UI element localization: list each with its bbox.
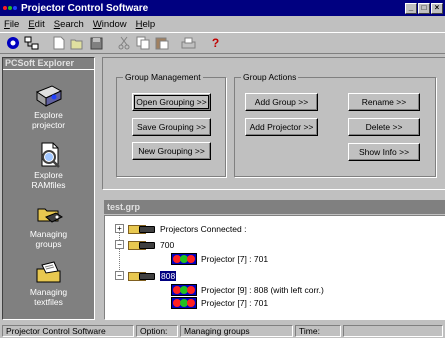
add-projector-button[interactable]: Add Projector >> bbox=[245, 118, 318, 136]
tree-row-projector-808[interactable]: Projector [9] : 808 (with left corr.) bbox=[171, 283, 324, 296]
connect-icon[interactable] bbox=[4, 35, 21, 51]
sidebar-item-managing-textfiles[interactable]: Managing textfiles bbox=[3, 259, 94, 307]
sidebar-item-explore-projector[interactable]: Explore projector bbox=[3, 82, 94, 130]
cut-icon[interactable] bbox=[115, 35, 132, 51]
projector-rgb-icon bbox=[171, 296, 197, 309]
maximize-button[interactable]: □ bbox=[418, 2, 430, 14]
projector-icon bbox=[34, 82, 64, 108]
title-bar[interactable]: Projector Control Software _ □ × bbox=[0, 0, 445, 16]
copy-icon[interactable] bbox=[134, 35, 151, 51]
status-option-label: Option: bbox=[136, 325, 178, 337]
status-bar: Projector Control Software Option: Manag… bbox=[0, 325, 445, 338]
print-icon[interactable] bbox=[180, 35, 197, 51]
actions-panel: Group Management Open Grouping >> Save G… bbox=[102, 57, 445, 190]
close-button[interactable]: × bbox=[431, 2, 443, 14]
folder-projector-icon bbox=[128, 223, 156, 234]
menu-edit[interactable]: Edit bbox=[28, 19, 44, 30]
add-group-button[interactable]: Add Group >> bbox=[245, 93, 318, 111]
collapse-icon[interactable]: − bbox=[115, 271, 124, 280]
explorer-sidebar: PCSoft Explorer Explore projector Explor… bbox=[2, 57, 95, 320]
save-grouping-button[interactable]: Save Grouping >> bbox=[132, 118, 211, 136]
status-option-value: Managing groups bbox=[180, 325, 293, 337]
projector-rgb-icon bbox=[171, 283, 197, 296]
app-icon bbox=[3, 2, 17, 14]
expand-icon[interactable]: + bbox=[115, 224, 124, 233]
open-grouping-button[interactable]: Open Grouping >> bbox=[132, 93, 211, 111]
tree-pane-title[interactable]: test.grp bbox=[104, 200, 445, 214]
menu-search[interactable]: Search bbox=[54, 19, 84, 30]
new-grouping-button[interactable]: New Grouping >> bbox=[132, 142, 211, 160]
status-time-label: Time: bbox=[295, 325, 341, 337]
new-icon[interactable] bbox=[50, 35, 67, 51]
rename-button[interactable]: Rename >> bbox=[348, 93, 420, 111]
tree-row-projectors-connected[interactable]: + Projectors Connected : bbox=[115, 222, 246, 235]
textfiles-icon bbox=[34, 259, 64, 285]
paste-icon[interactable] bbox=[153, 35, 170, 51]
help-icon[interactable]: ? bbox=[207, 35, 224, 51]
tree-row-group-808[interactable]: − 808 bbox=[115, 269, 177, 282]
projector-rgb-icon bbox=[171, 252, 197, 265]
tree-row-group-700[interactable]: − 700 bbox=[115, 238, 174, 251]
folder-projector-icon bbox=[128, 239, 156, 250]
application-window: Projector Control Software _ □ × File Ed… bbox=[0, 0, 445, 338]
group-tree[interactable]: + Projectors Connected : − 700 Projector… bbox=[104, 215, 445, 320]
tree-row-projector-701[interactable]: Projector [7] : 701 bbox=[171, 252, 268, 265]
folder-projector-icon bbox=[128, 270, 156, 281]
toolbar: ? bbox=[0, 32, 445, 54]
sidebar-title: PCSoft Explorer bbox=[3, 58, 94, 70]
group-actions-box: Group Actions Add Group >> Add Projector… bbox=[234, 72, 436, 177]
minimize-button[interactable]: _ bbox=[405, 2, 417, 14]
status-app-name: Projector Control Software bbox=[2, 325, 134, 337]
menu-bar: File Edit Search Window Help bbox=[0, 17, 445, 31]
ramfiles-icon bbox=[34, 142, 64, 168]
network-icon[interactable] bbox=[23, 35, 40, 51]
sidebar-item-explore-ramfiles[interactable]: Explore RAMfiles bbox=[3, 142, 94, 190]
menu-window[interactable]: Window bbox=[93, 19, 127, 30]
group-management-label: Group Management bbox=[123, 72, 203, 82]
collapse-icon[interactable]: − bbox=[115, 240, 124, 249]
sidebar-item-managing-groups[interactable]: Managing groups bbox=[3, 201, 94, 249]
save-icon[interactable] bbox=[88, 35, 105, 51]
groups-icon bbox=[34, 201, 64, 227]
open-icon[interactable] bbox=[69, 35, 86, 51]
status-time-value bbox=[343, 325, 443, 337]
delete-button[interactable]: Delete >> bbox=[348, 118, 420, 136]
window-title: Projector Control Software bbox=[21, 2, 149, 14]
menu-help[interactable]: Help bbox=[136, 19, 156, 30]
show-info-button[interactable]: Show Info >> bbox=[348, 143, 420, 161]
tree-row-projector-701-b[interactable]: Projector [7] : 701 bbox=[171, 296, 268, 309]
group-management-box: Group Management Open Grouping >> Save G… bbox=[116, 72, 226, 177]
menu-file[interactable]: File bbox=[4, 19, 19, 30]
group-actions-label: Group Actions bbox=[241, 72, 299, 82]
